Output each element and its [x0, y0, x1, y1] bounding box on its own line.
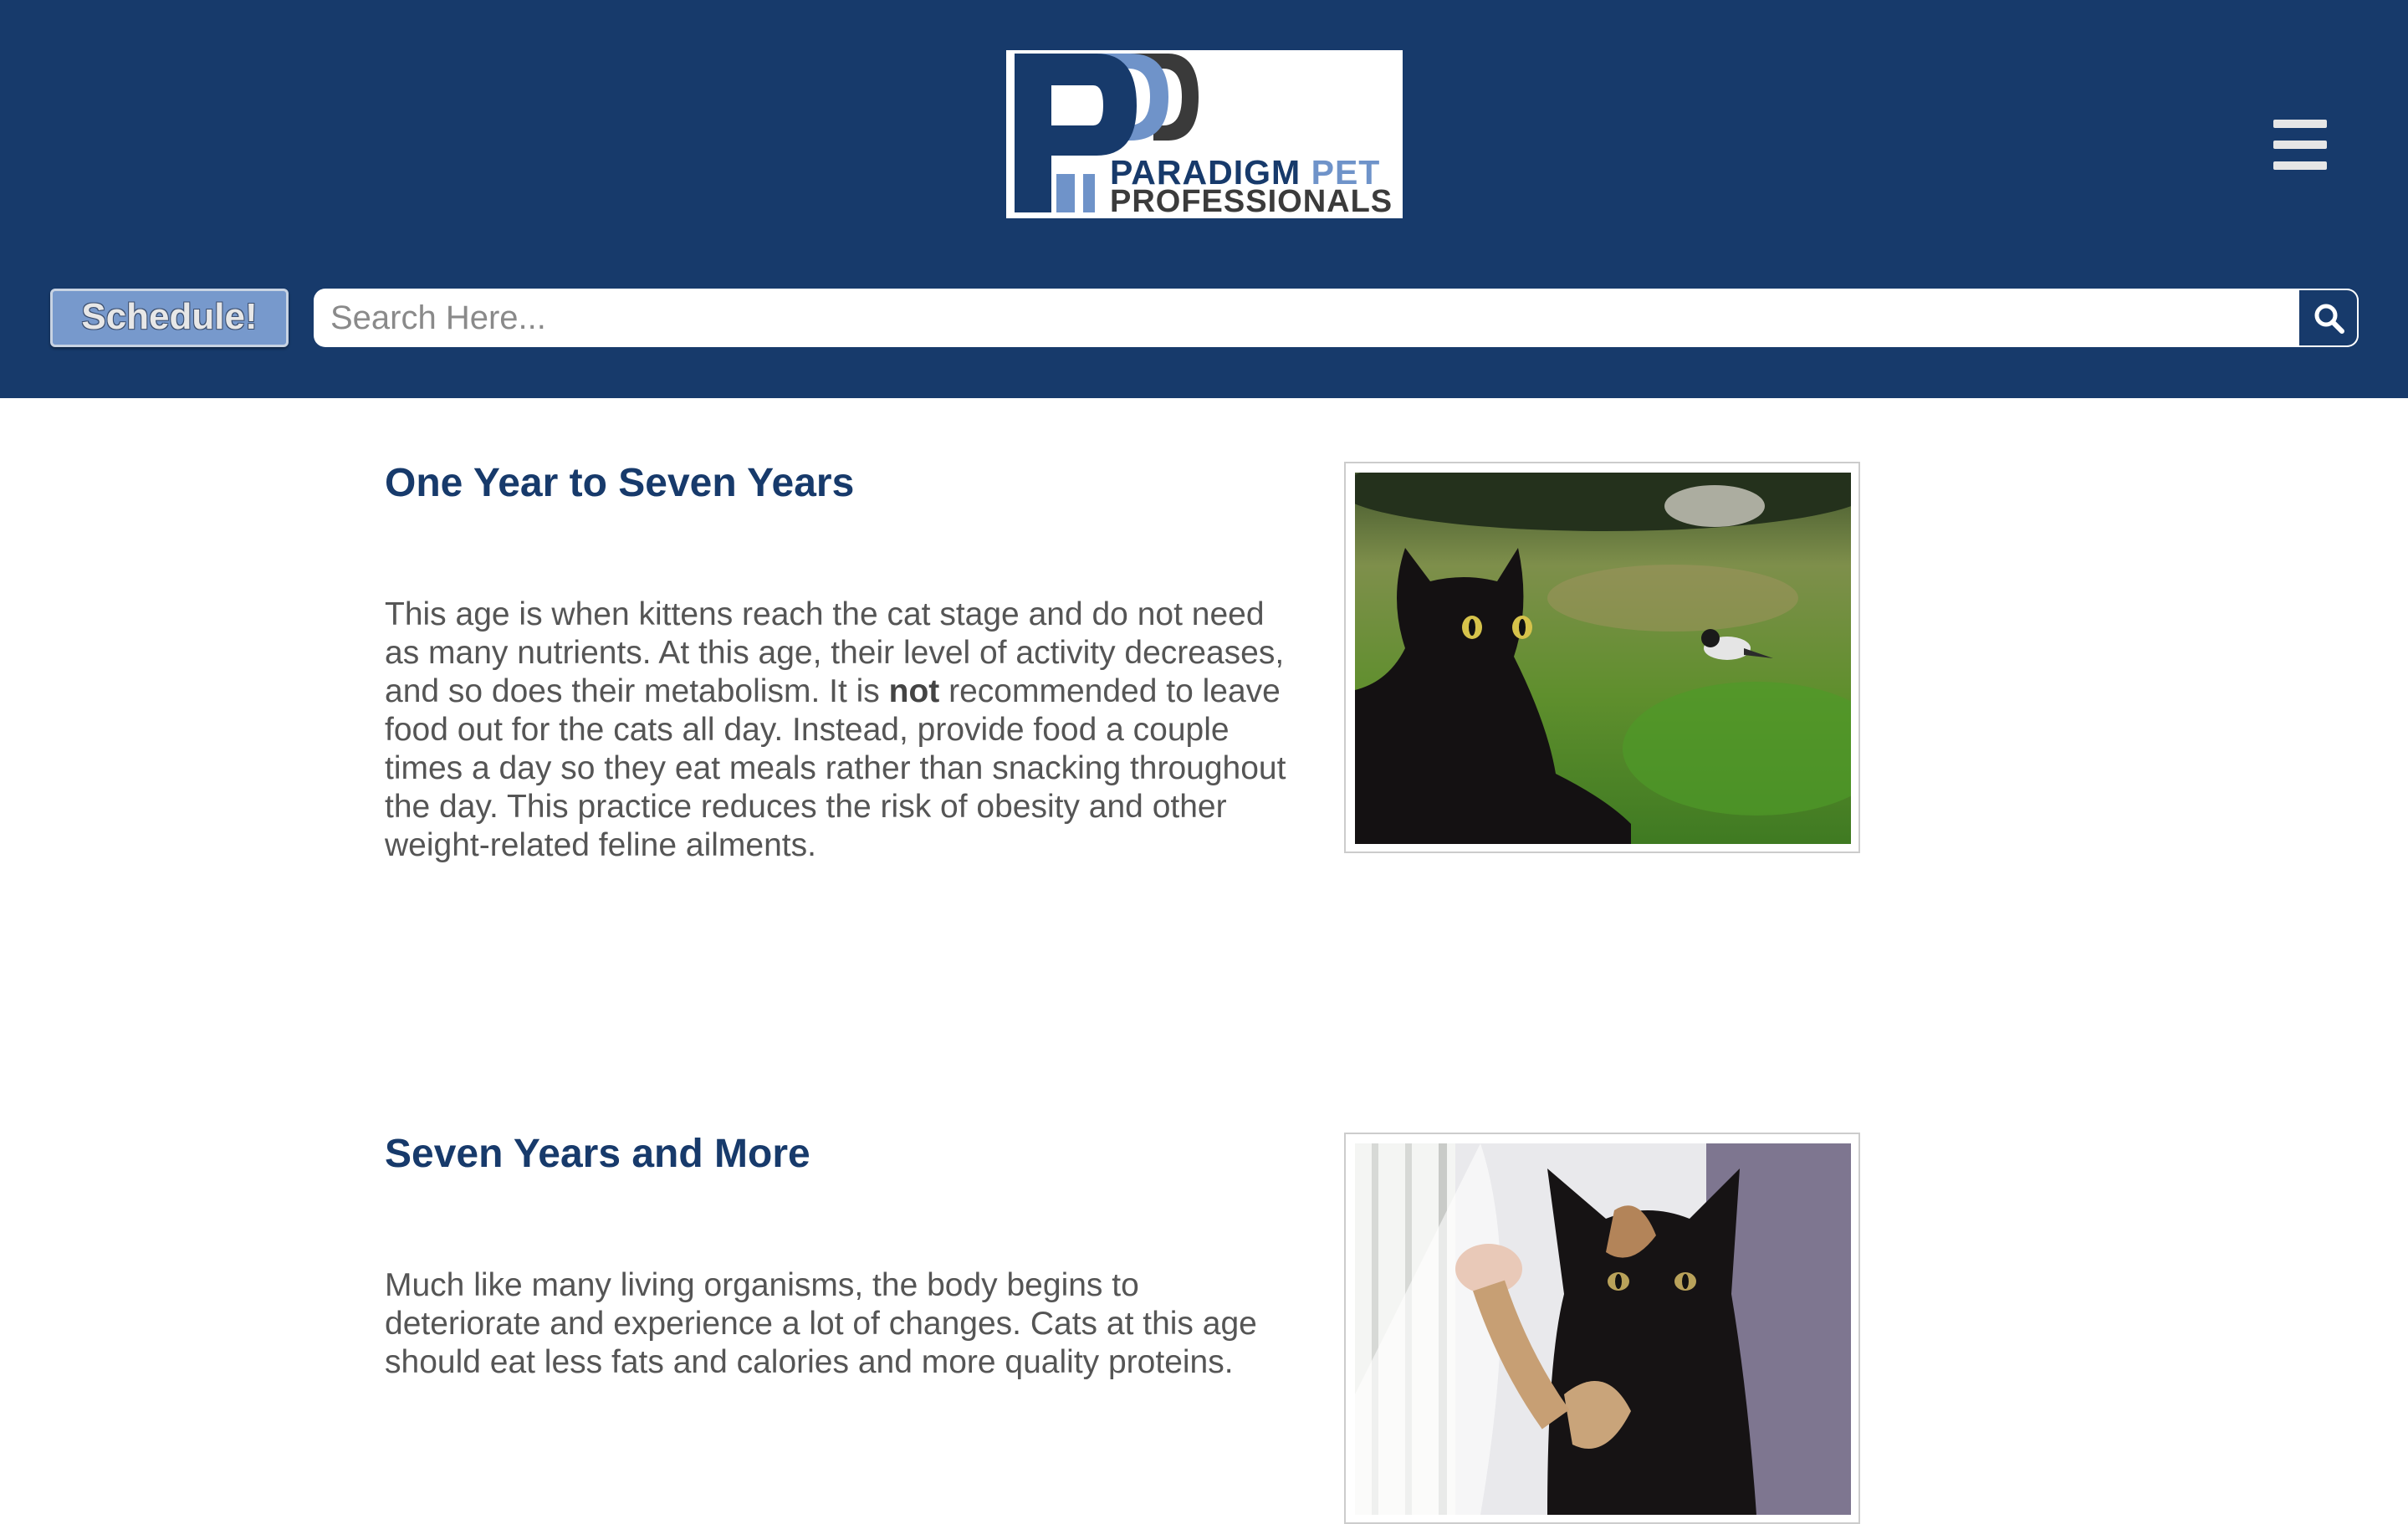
section-paragraph: Much like many living organisms, the bod…: [385, 1267, 1257, 1380]
black-cat-photo: [1355, 473, 1851, 844]
logo-line-2: PROFESSIONALS: [1110, 184, 1393, 219]
search-bar: [314, 289, 2359, 347]
menu-bar: [2273, 120, 2327, 128]
search-button[interactable]: [2298, 289, 2359, 347]
cat-photo-frame: [1344, 462, 1860, 853]
paragraph-bold-text: not: [888, 673, 940, 709]
tortoiseshell-cat-photo: [1355, 1143, 1851, 1515]
paradigm-pet-professionals-logo[interactable]: PARADIGM PET PROFESSIONALS: [1005, 49, 1404, 220]
section-title: Seven Years and More: [385, 1132, 810, 1176]
site-header: PARADIGM PET PROFESSIONALS Schedule!: [0, 0, 2408, 398]
cat-photo-frame: [1344, 1133, 1860, 1524]
search-input[interactable]: [314, 289, 2298, 347]
schedule-button[interactable]: Schedule!: [50, 289, 289, 347]
section-paragraph: This age is when kittens reach the cat s…: [385, 596, 1296, 865]
menu-bar: [2273, 141, 2327, 149]
section-title: One Year to Seven Years: [385, 461, 855, 505]
search-icon: [2314, 304, 2344, 334]
hamburger-menu-icon[interactable]: [2273, 120, 2327, 170]
menu-bar: [2273, 161, 2327, 170]
